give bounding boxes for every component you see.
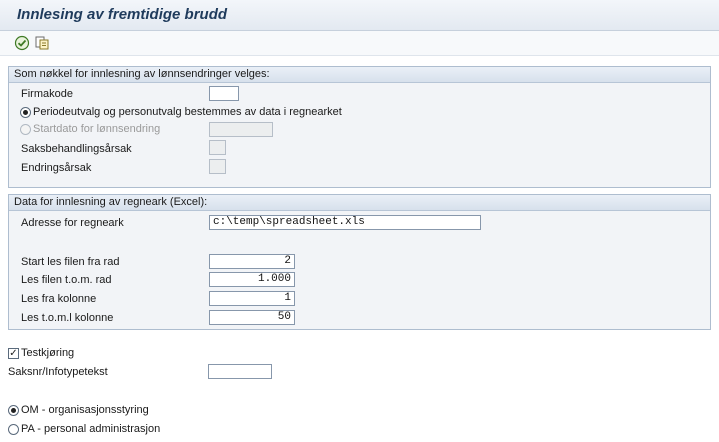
- start-row-label: Start les filen fra rad: [21, 256, 120, 268]
- radio-om-label: OM - organisasjonsstyring: [21, 404, 149, 416]
- radio-pa[interactable]: [8, 424, 19, 435]
- firmakode-field[interactable]: [209, 86, 239, 101]
- excel-group: Data for innlesning av regneark (Excel):…: [8, 194, 711, 330]
- radio-om[interactable]: [8, 405, 19, 416]
- variant-icon[interactable]: [34, 35, 50, 51]
- execute-icon[interactable]: [14, 35, 30, 51]
- radio-startdate-label: Startdato for lønnsendring: [33, 123, 161, 135]
- change-reason-label: Endringsårsak: [21, 162, 92, 174]
- to-column-label: Les t.o.m.l kolonne: [21, 312, 114, 324]
- from-column-label: Les fra kolonne: [21, 293, 97, 305]
- test-run-label: Testkjøring: [21, 347, 75, 359]
- radio-period-selection[interactable]: [20, 107, 31, 118]
- address-field[interactable]: c:\temp\spreadsheet.xls: [209, 215, 481, 230]
- application-toolbar: [0, 31, 719, 56]
- key-selection-group: Som nøkkel for innlesning av lønnsendrin…: [8, 66, 711, 188]
- case-label: Saksnr/Infotypetekst: [8, 366, 108, 378]
- radio-startdate[interactable]: [20, 124, 31, 135]
- radio-period-label: Periodeutvalg og personutvalg bestemmes …: [33, 106, 342, 118]
- key-selection-group-title: Som nøkkel for innlesning av lønnsendrin…: [9, 67, 710, 83]
- end-row-field[interactable]: 1.000: [209, 272, 295, 287]
- start-row-field[interactable]: 2: [209, 254, 295, 269]
- from-column-field[interactable]: 1: [209, 291, 295, 306]
- startdate-field[interactable]: [209, 122, 273, 137]
- change-reason-field[interactable]: [209, 159, 226, 174]
- title-bar: Innlesing av fremtidige brudd: [0, 0, 719, 31]
- test-run-checkbox[interactable]: ✓: [8, 348, 19, 359]
- firmakode-label: Firmakode: [21, 88, 73, 100]
- case-field[interactable]: [208, 364, 272, 379]
- to-column-field[interactable]: 50: [209, 310, 295, 325]
- reason-field[interactable]: [209, 140, 226, 155]
- reason-label: Saksbehandlingsårsak: [21, 143, 132, 155]
- end-row-label: Les filen t.o.m. rad: [21, 274, 112, 286]
- radio-pa-label: PA - personal administrasjon: [21, 423, 161, 435]
- address-label: Adresse for regneark: [21, 217, 124, 229]
- page-title: Innlesing av fremtidige brudd: [17, 6, 228, 23]
- excel-group-title: Data for innlesning av regneark (Excel):: [9, 195, 710, 211]
